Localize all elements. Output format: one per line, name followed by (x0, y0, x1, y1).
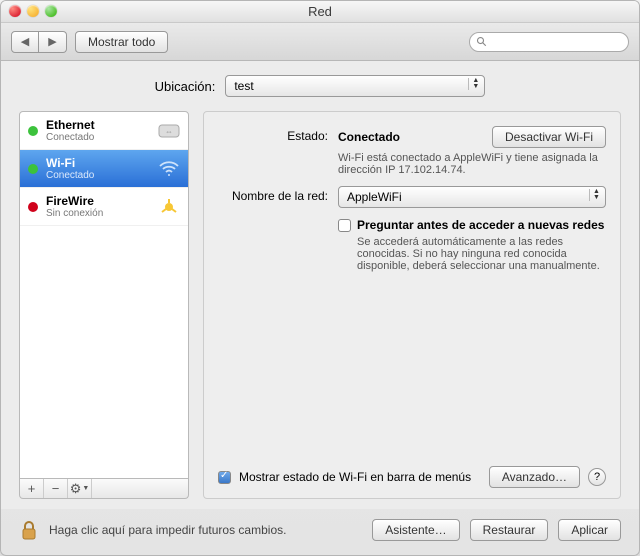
advanced-button[interactable]: Avanzado… (489, 466, 580, 488)
sidebar-item-ethernet[interactable]: Ethernet Conectado ⇔ (20, 112, 188, 150)
remove-service-button[interactable]: − (44, 479, 68, 498)
preferences-window: Red ◀ ▶ Mostrar todo Ubicación: test ▲▼ (0, 0, 640, 556)
state-label: Estado: (218, 126, 338, 143)
close-icon[interactable] (9, 5, 21, 17)
assistant-button[interactable]: Asistente… (372, 519, 459, 541)
sidebar-item-status: Sin conexión (46, 208, 150, 219)
sidebar-item-label: FireWire (46, 194, 150, 208)
detail-panel: Estado: Conectado Desactivar Wi-Fi Wi-Fi… (203, 111, 621, 499)
back-button[interactable]: ◀ (11, 31, 39, 53)
sidebar-item-firewire[interactable]: FireWire Sin conexión (20, 188, 188, 226)
sidebar-item-wifi[interactable]: Wi-Fi Conectado (20, 150, 188, 188)
sidebar-footer: + − ⚙▼ (19, 479, 189, 499)
nav-segmented: ◀ ▶ (11, 31, 67, 53)
apply-button[interactable]: Aplicar (558, 519, 621, 541)
toggle-wifi-button[interactable]: Desactivar Wi-Fi (492, 126, 606, 148)
show-wifi-menu-label: Mostrar estado de Wi-Fi en barra de menú… (239, 470, 471, 484)
sidebar-item-status: Conectado (46, 170, 150, 181)
location-label: Ubicación: (155, 79, 216, 94)
state-description: Wi-Fi está conectado a AppleWiFi y tiene… (338, 152, 598, 176)
status-dot-icon (28, 126, 38, 136)
toolbar: ◀ ▶ Mostrar todo (1, 23, 639, 61)
bottom-bar: Haga clic aquí para impedir futuros camb… (1, 509, 639, 555)
state-value: Conectado (338, 130, 400, 144)
gear-menu-button[interactable]: ⚙▼ (68, 479, 92, 498)
select-arrows-icon: ▲▼ (468, 78, 480, 90)
ask-new-networks-label: Preguntar antes de acceder a nuevas rede… (357, 218, 606, 232)
location-select[interactable]: test ▲▼ (225, 75, 485, 97)
svg-text:⇔: ⇔ (165, 127, 173, 136)
network-value: AppleWiFi (347, 190, 402, 204)
search-icon (476, 36, 488, 48)
location-value: test (234, 79, 253, 93)
services-sidebar: Ethernet Conectado ⇔ Wi-Fi Conectado (19, 111, 189, 499)
window-title: Red (308, 4, 332, 19)
sidebar-item-status: Conectado (46, 132, 150, 143)
lock-text[interactable]: Haga clic aquí para impedir futuros camb… (49, 523, 286, 537)
add-service-button[interactable]: + (20, 479, 44, 498)
show-all-button[interactable]: Mostrar todo (75, 31, 168, 53)
location-row: Ubicación: test ▲▼ (19, 75, 621, 97)
title-bar: Red (1, 1, 639, 23)
sidebar-item-label: Ethernet (46, 118, 150, 132)
ask-new-networks-description: Se accederá automáticamente a las redes … (357, 236, 606, 272)
ethernet-icon: ⇔ (158, 122, 180, 140)
status-dot-icon (28, 202, 38, 212)
show-wifi-menu-checkbox[interactable] (218, 471, 231, 484)
status-dot-icon (28, 164, 38, 174)
minimize-icon[interactable] (27, 5, 39, 17)
gear-icon: ⚙ (70, 481, 82, 497)
help-button[interactable]: ? (588, 468, 606, 486)
traffic-lights (9, 5, 57, 17)
ask-new-networks-checkbox[interactable] (338, 219, 351, 232)
forward-button[interactable]: ▶ (39, 31, 67, 53)
sidebar-item-label: Wi-Fi (46, 156, 150, 170)
content-area: Ubicación: test ▲▼ Ethernet Conectado (1, 61, 639, 509)
revert-button[interactable]: Restaurar (470, 519, 549, 541)
select-arrows-icon: ▲▼ (589, 189, 601, 201)
wifi-icon (158, 160, 180, 178)
firewire-icon (158, 198, 180, 216)
network-label: Nombre de la red: (218, 186, 338, 203)
lock-icon[interactable] (19, 519, 39, 541)
search-input[interactable] (469, 32, 629, 52)
network-select[interactable]: AppleWiFi ▲▼ (338, 186, 606, 208)
zoom-icon[interactable] (45, 5, 57, 17)
